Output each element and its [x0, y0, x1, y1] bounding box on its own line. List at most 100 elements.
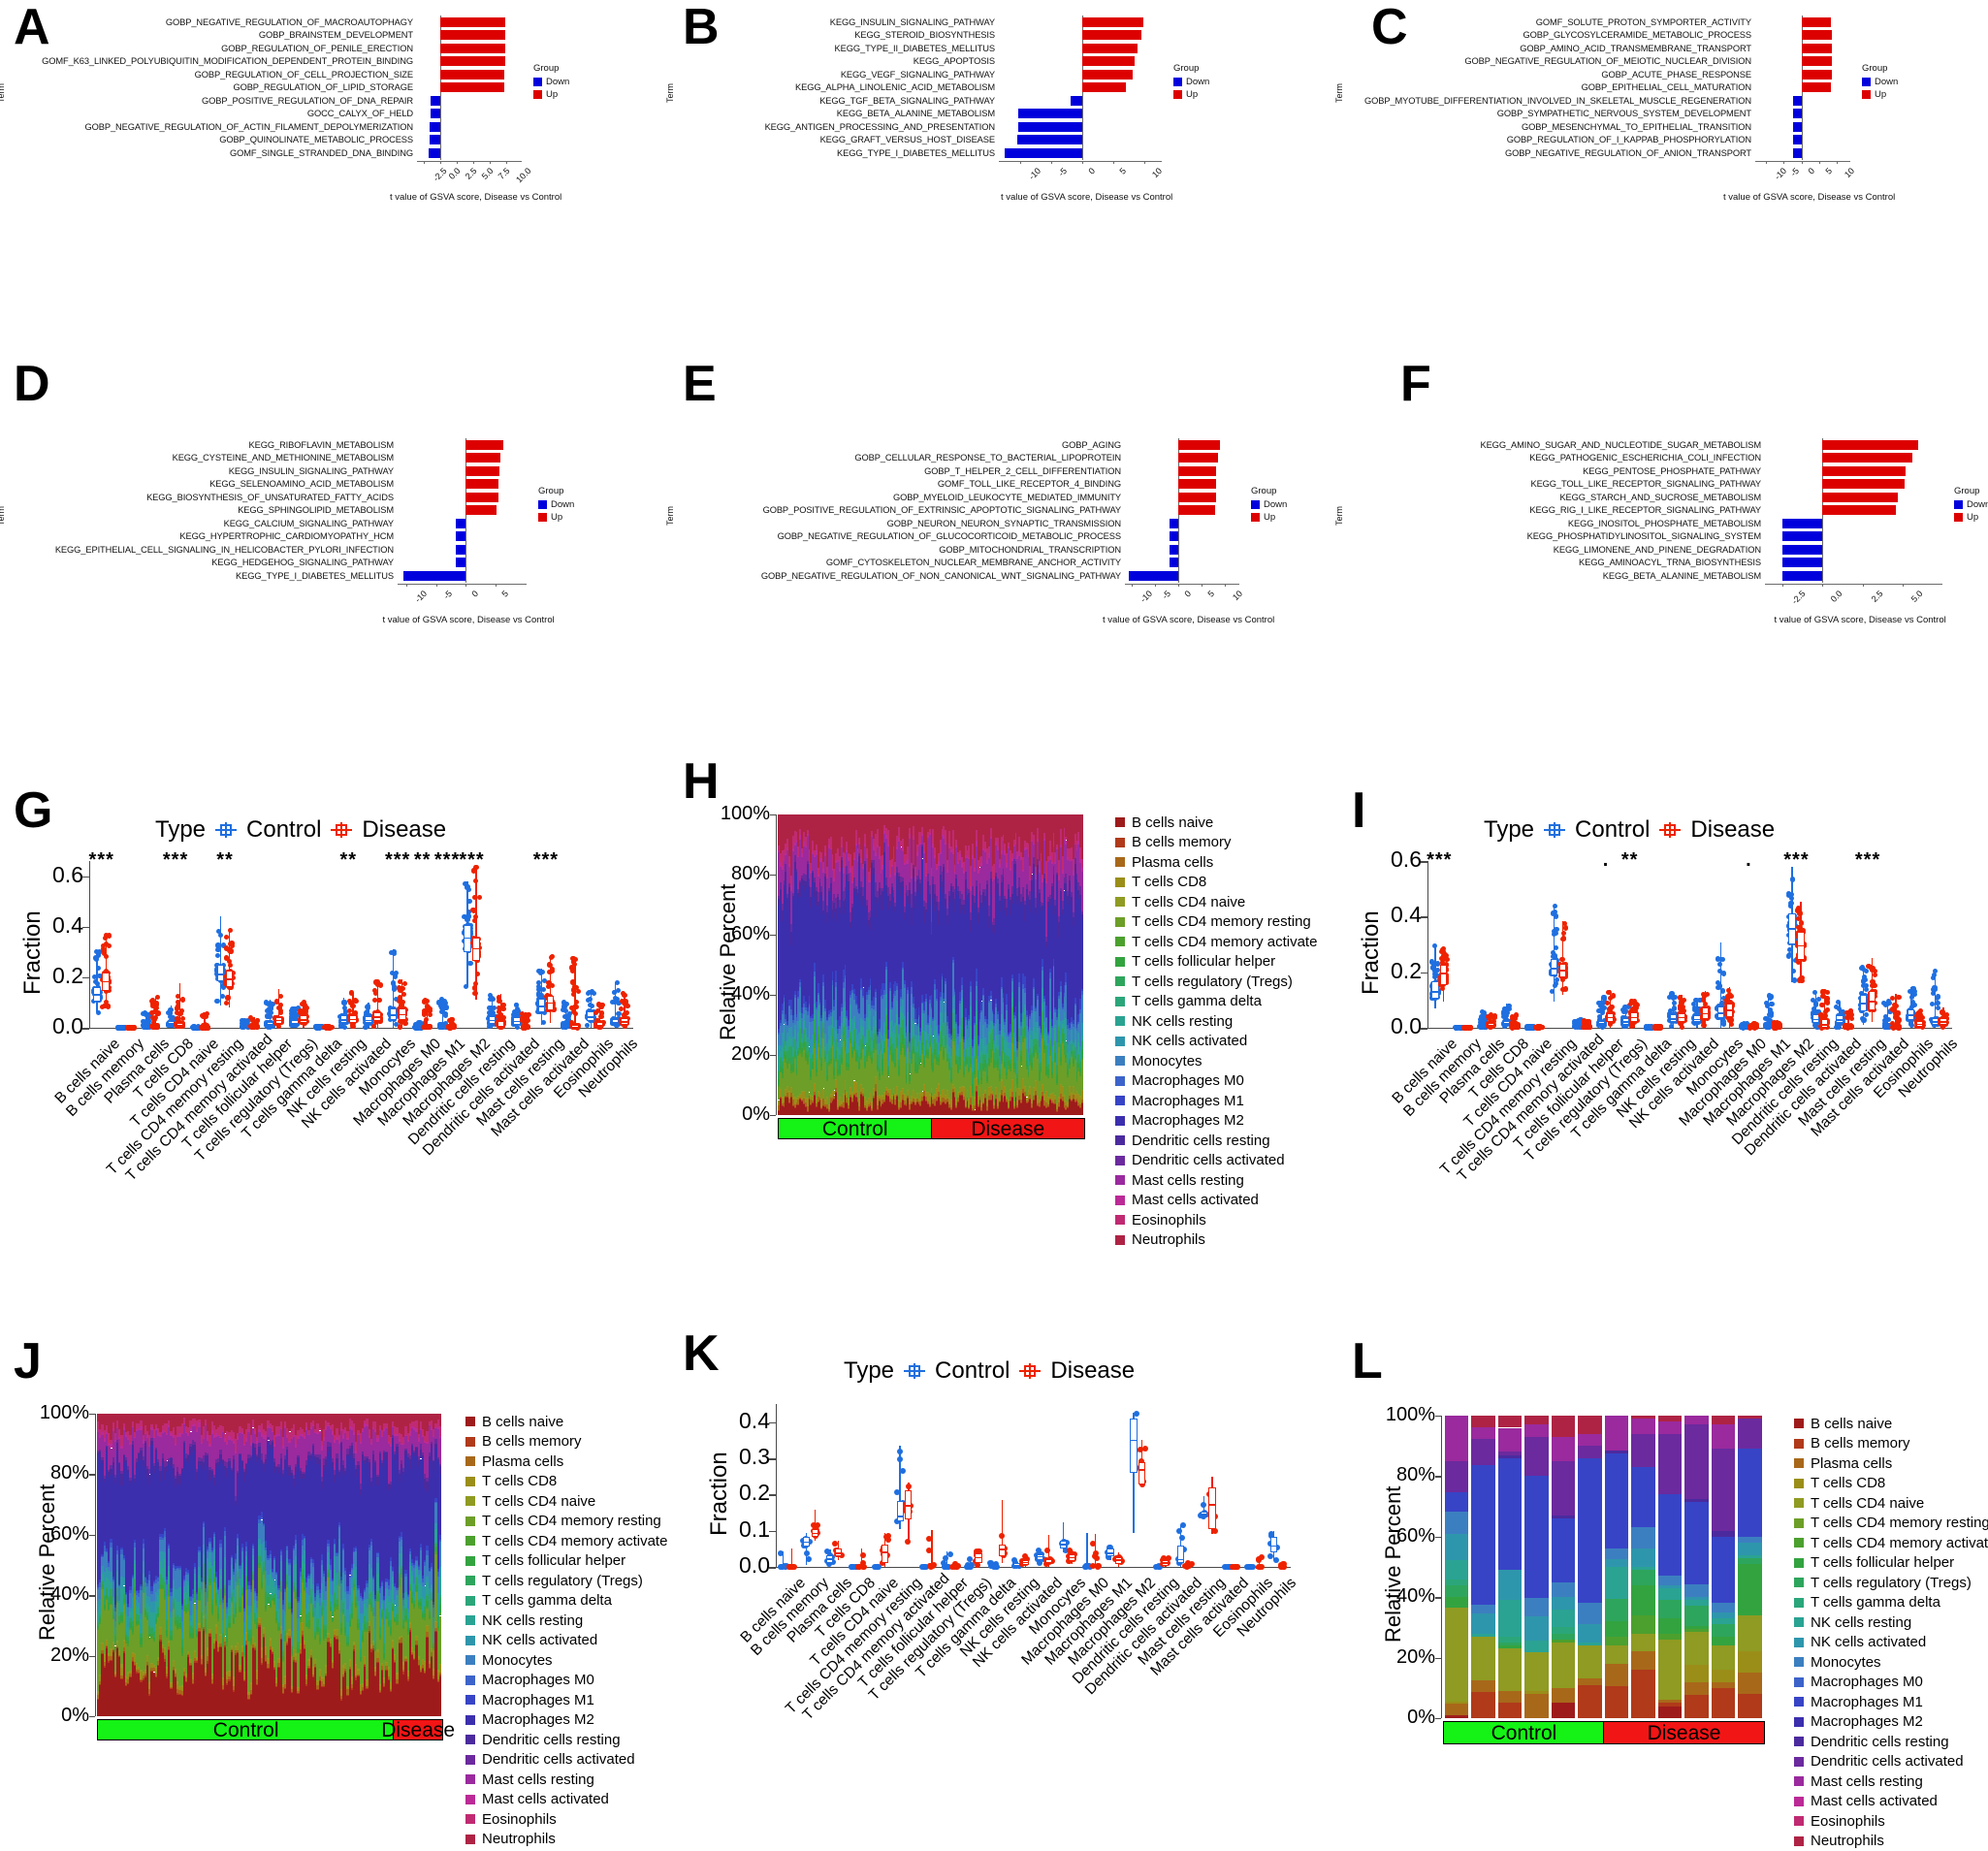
- gsva-bar: [431, 96, 441, 106]
- x-axis-B: [999, 161, 1162, 162]
- x-tick: [1782, 584, 1783, 587]
- y-tick-label: 80%: [718, 863, 770, 885]
- median-line: [151, 1026, 159, 1028]
- term-label: KEGG_AMINO_SUGAR_AND_NUCLEOTIDE_SUGAR_ME…: [1338, 440, 1765, 450]
- x-tick-label: -5: [1160, 589, 1172, 601]
- gsva-bar: [1082, 56, 1134, 66]
- gsva-bar: [1170, 531, 1178, 541]
- legend-label-up: Up: [1264, 512, 1275, 523]
- term-label: KEGG_CYSTEINE_AND_METHIONINE_METABOLISM: [0, 453, 398, 463]
- gsva-bar: [1170, 558, 1178, 567]
- gsva-row: GOMF_TOLL_LIKE_RECEPTOR_4_BINDING: [669, 478, 1338, 492]
- whisker: [155, 997, 156, 1028]
- x-tick: [1903, 584, 1904, 587]
- y-tick-label: 60%: [718, 923, 770, 945]
- term-label: GOBP_CELLULAR_RESPONSE_TO_BACTERIAL_LIPO…: [669, 453, 1125, 463]
- panel-C: CTermGOMF_SOLUTE_PROTON_SYMPORTER_ACTIVI…: [1338, 0, 1988, 252]
- x-tick: [490, 161, 491, 164]
- gsva-bar: [1005, 148, 1083, 158]
- legend-label-down: Down: [1186, 77, 1209, 87]
- panel-H: HRelative Percent0%20%40%60%80%100%Contr…: [669, 756, 1338, 1164]
- x-tick-label: 5: [1118, 166, 1129, 176]
- significance-marker: ***: [162, 857, 189, 863]
- x-tick-label: -10: [1138, 589, 1154, 604]
- median-line: [340, 1019, 348, 1021]
- up-swatch: [1173, 90, 1182, 99]
- gsva-row: GOBP_NEGATIVE_REGULATION_OF_ANION_TRANSP…: [1338, 146, 1988, 160]
- x-tick-label: 7.5: [497, 166, 512, 181]
- term-label: KEGG_RIG_I_LIKE_RECEPTOR_SIGNALING_PATHW…: [1338, 505, 1765, 515]
- median-line: [538, 1005, 546, 1007]
- data-point: [180, 1016, 185, 1021]
- term-label: KEGG_INSULIN_SIGNALING_PATHWAY: [669, 17, 999, 27]
- gsva-row: KEGG_PENTOSE_PHOSPHATE_PATHWAY: [1338, 464, 1988, 478]
- up-swatch: [1862, 90, 1871, 99]
- gsva-row: GOBP_MITOCHONDRIAL_TRANSCRIPTION: [669, 543, 1338, 557]
- x-tick: [1178, 584, 1179, 587]
- x-tick: [1051, 161, 1052, 164]
- data-point: [576, 989, 581, 994]
- term-label: KEGG_SPHINGOLIPID_METABOLISM: [0, 505, 398, 515]
- control-key-icon: [215, 822, 237, 838]
- up-swatch: [538, 513, 547, 522]
- gsva-row: KEGG_BETA_ALANINE_METABOLISM: [669, 108, 1338, 121]
- term-label: GOBP_GLYCOSYLCERAMIDE_METABOLIC_PROCESS: [1338, 30, 1755, 40]
- median-line: [464, 938, 471, 940]
- gsva-row: GOBP_T_HELPER_2_CELL_DIFFERENTIATION: [669, 464, 1338, 478]
- whisker: [565, 1003, 566, 1028]
- x-tick: [1020, 161, 1021, 164]
- x-tick-label: -5: [1057, 166, 1070, 178]
- legend-label-control: Control: [246, 816, 321, 844]
- x-axis-D: [398, 584, 527, 585]
- legend-label-up: Up: [1875, 89, 1886, 100]
- gsva-bar: [1018, 109, 1082, 118]
- x-tick-label: -10: [1027, 166, 1042, 181]
- gsva-bar: [1782, 519, 1822, 528]
- gsva-bar: [1822, 493, 1898, 502]
- term-label: GOBP_REGULATION_OF_CELL_PROJECTION_SIZE: [0, 70, 417, 80]
- data-point: [402, 1021, 407, 1026]
- term-label: KEGG_LIMONENE_AND_PINENE_DEGRADATION: [1338, 545, 1765, 555]
- gsva-row: KEGG_INOSITOL_PHOSPHATE_METABOLISM: [1338, 517, 1988, 530]
- legend-label-up: Up: [1967, 512, 1978, 523]
- median-line: [571, 1027, 579, 1029]
- x-axis-E: [1125, 584, 1239, 585]
- y-tick-mark: [770, 875, 776, 876]
- gsva-bar: [429, 148, 440, 158]
- term-label: KEGG_APOPTOSIS: [669, 56, 999, 66]
- x-tick-label: 10: [1843, 166, 1856, 179]
- x-axis-C: [1755, 161, 1850, 162]
- legend-label-disease: Disease: [362, 816, 446, 844]
- gsva-bar: [440, 82, 504, 92]
- x-axis-title-C: t value of GSVA score, Disease vs Contro…: [1723, 192, 1895, 203]
- gsva-row: KEGG_INSULIN_SIGNALING_PATHWAY: [669, 16, 1338, 29]
- gsva-bar: [1802, 56, 1832, 66]
- median-line: [596, 1025, 604, 1027]
- gsva-bar: [1170, 519, 1178, 528]
- gsva-row: KEGG_RIG_I_LIKE_RECEPTOR_SIGNALING_PATHW…: [1338, 504, 1988, 518]
- x-tick-label: 0.0: [447, 166, 463, 181]
- x-tick: [440, 161, 441, 164]
- term-label: KEGG_AMINOACYL_TRNA_BIOSYNTHESIS: [1338, 558, 1765, 567]
- gsva-row: KEGG_HYPERTROPHIC_CARDIOMYOPATHY_HCM: [0, 530, 669, 544]
- whisker: [550, 955, 551, 1023]
- gsva-row: GOBP_POSITIVE_REGULATION_OF_EXTRINSIC_AP…: [669, 504, 1338, 518]
- gsva-bar: [1082, 30, 1141, 40]
- data-point: [561, 1007, 565, 1012]
- gsva-bar: [1017, 135, 1082, 144]
- term-label: KEGG_VEGF_SIGNALING_PATHWAY: [669, 70, 999, 80]
- gsva-row: GOBP_BRAINSTEM_DEVELOPMENT: [0, 29, 669, 43]
- gsva-row: GOBP_CELLULAR_RESPONSE_TO_BACTERIAL_LIPO…: [669, 452, 1338, 465]
- legend-item-down: Down: [1862, 77, 1898, 87]
- x-axis-title-E: t value of GSVA score, Disease vs Contro…: [1103, 615, 1274, 625]
- legend-item-down: Down: [538, 499, 574, 510]
- legend-label-down: Down: [1264, 499, 1287, 510]
- term-label: GOBP_NEGATIVE_REGULATION_OF_ANION_TRANSP…: [1338, 148, 1755, 158]
- x-tick-label: 0: [1806, 166, 1816, 176]
- gsva-bar: [456, 558, 465, 567]
- median-line: [93, 994, 101, 996]
- whisker: [591, 990, 592, 1028]
- gsva-row: KEGG_STEROID_BIOSYNTHESIS: [669, 29, 1338, 43]
- gsva-bar: [1071, 96, 1082, 106]
- whisker: [96, 952, 97, 1013]
